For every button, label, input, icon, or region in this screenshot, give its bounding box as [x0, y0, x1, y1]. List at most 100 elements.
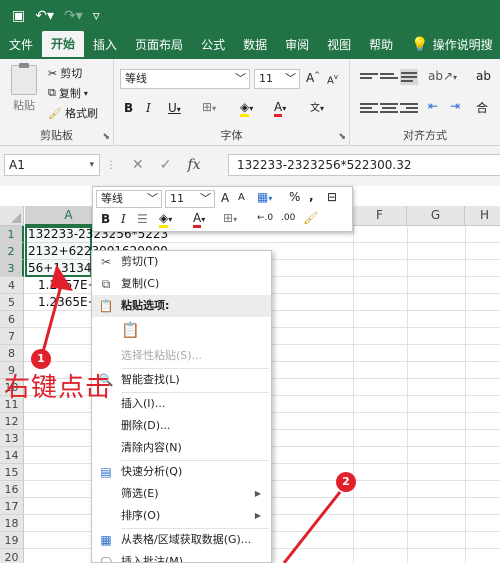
menu-item-insert-comment[interactable]: 🗨 插入批注(M) — [92, 551, 271, 562]
row-header-7[interactable]: 7 — [0, 328, 24, 345]
menu-item-quick-analysis[interactable]: ▤ 快速分析(Q) — [92, 461, 271, 483]
fill-color-button[interactable]: ◈▾ — [240, 100, 253, 117]
copy-button[interactable]: ⧉ 复制 ▾ — [48, 85, 88, 101]
mini-font-name-select[interactable]: 等线 ﹀ — [96, 190, 162, 208]
save-icon[interactable]: ▣ — [12, 9, 25, 23]
mini-font-color-button[interactable]: A▾ — [193, 211, 205, 228]
row-header-14[interactable]: 14 — [0, 447, 24, 464]
font-color-button[interactable]: A▾ — [274, 100, 286, 117]
mini-bold-button[interactable]: B — [101, 212, 110, 226]
underline-button[interactable]: U▾ — [168, 101, 181, 115]
undo-icon[interactable]: ↶▾ — [35, 9, 54, 23]
cell-a5[interactable]: 1.2365E+ — [28, 294, 94, 311]
increase-indent-icon[interactable]: ⇥ — [450, 99, 460, 113]
font-size-select[interactable]: 11 ﹀ — [254, 69, 300, 89]
borders-button[interactable]: ⊞▾ — [202, 100, 216, 114]
mini-fill-color-button[interactable]: ◈▾ — [159, 211, 172, 228]
formula-input[interactable]: 132233-2323256*522300.32 — [228, 154, 500, 176]
menu-item-cut[interactable]: ✂ 剪切(T) — [92, 251, 271, 273]
tab-insert[interactable]: 插入 — [84, 31, 126, 59]
row-header-19[interactable]: 19 — [0, 532, 24, 549]
mini-font-size-select[interactable]: 11 ﹀ — [165, 190, 215, 208]
row-header-2[interactable]: 2 — [0, 243, 24, 260]
align-top-icon[interactable] — [360, 71, 378, 87]
mini-increase-decimal-button[interactable]: ←.0 — [257, 213, 273, 223]
mini-italic-button[interactable]: I — [121, 212, 126, 226]
orientation-button[interactable]: ab↗▾ — [428, 69, 457, 83]
enter-icon[interactable]: ✓ — [160, 157, 172, 173]
row-header-17[interactable]: 17 — [0, 498, 24, 515]
tab-formulas[interactable]: 公式 — [192, 31, 234, 59]
row-header-6[interactable]: 6 — [0, 311, 24, 328]
menu-item-delete[interactable]: 删除(D)... — [92, 415, 271, 437]
mini-percent-button[interactable]: % — [289, 190, 300, 204]
align-bottom-icon[interactable] — [400, 69, 418, 85]
menu-item-get-data-from-table[interactable]: ▦ 从表格/区域获取数据(G)... — [92, 529, 271, 551]
row-header-8[interactable]: 8 — [0, 345, 24, 362]
phonetic-button[interactable]: 文▾ — [310, 99, 324, 114]
column-header-h[interactable]: H — [465, 206, 500, 226]
tab-file[interactable]: 文件 — [0, 31, 42, 59]
row-header-18[interactable]: 18 — [0, 515, 24, 532]
mini-shrink-font-button[interactable]: A — [238, 192, 245, 203]
grow-font-button[interactable]: A^ — [306, 71, 320, 85]
mini-align-center-icon[interactable]: ☰ — [137, 212, 148, 226]
column-header-f[interactable]: F — [353, 206, 407, 226]
align-center-icon[interactable] — [380, 101, 398, 117]
mini-format-table-icon[interactable]: ⊟ — [327, 190, 337, 204]
cut-button[interactable]: ✂ 剪切 — [48, 65, 82, 81]
menu-item-filter[interactable]: 筛选(E) ▶ — [92, 483, 271, 505]
menu-item-smart-lookup[interactable]: 🔍 智能查找(L) — [92, 369, 271, 391]
font-name-select[interactable]: 等线 ﹀ — [120, 69, 250, 89]
mini-borders-button[interactable]: ⊞▾ — [223, 211, 237, 225]
name-box[interactable]: A1 ▾ — [4, 154, 100, 176]
customize-icon[interactable]: ▿ — [93, 9, 100, 23]
row-header-1[interactable]: 1 — [0, 226, 24, 243]
mini-decrease-decimal-button[interactable]: .00 — [281, 213, 295, 223]
menu-item-copy[interactable]: ⧉ 复制(C) — [92, 273, 271, 295]
decrease-indent-icon[interactable]: ⇤ — [428, 99, 438, 113]
dialog-launcher-icon[interactable]: ⬊ — [102, 132, 110, 142]
dialog-launcher-icon[interactable]: ⬊ — [338, 132, 346, 142]
wrap-text-button[interactable]: ab — [476, 69, 491, 83]
align-middle-icon[interactable] — [380, 71, 398, 87]
row-header-20[interactable]: 20 — [0, 549, 24, 563]
mini-number-format-button[interactable]: ▦▾ — [257, 190, 272, 204]
tell-me-search[interactable]: 💡 操作说明搜 — [402, 31, 500, 59]
mini-grow-font-button[interactable]: A — [221, 191, 229, 205]
row-header-12[interactable]: 12 — [0, 413, 24, 430]
cell-a4[interactable]: 1.2357E+ — [28, 277, 94, 294]
mini-format-painter-icon[interactable]: 🖌 — [303, 211, 318, 225]
cancel-icon[interactable]: ✕ — [132, 157, 144, 173]
cell-a3[interactable]: 56+1313464 — [28, 260, 94, 277]
align-left-icon[interactable] — [360, 101, 378, 117]
paste-button[interactable]: 粘贴 — [6, 63, 42, 113]
merge-button[interactable]: 合 — [476, 99, 488, 116]
menu-item-paste-special[interactable]: 选择性粘贴(S)... — [92, 345, 271, 367]
row-header-13[interactable]: 13 — [0, 430, 24, 447]
tab-view[interactable]: 视图 — [318, 31, 360, 59]
align-right-icon[interactable] — [400, 101, 418, 117]
insert-function-icon[interactable]: fx — [187, 157, 200, 173]
row-header-3[interactable]: 3 — [0, 260, 24, 277]
menu-item-insert[interactable]: 插入(I)... — [92, 393, 271, 415]
tab-data[interactable]: 数据 — [234, 31, 276, 59]
mini-comma-button[interactable]: , — [309, 189, 314, 203]
tab-home[interactable]: 开始 — [42, 31, 85, 59]
row-header-4[interactable]: 4 — [0, 277, 24, 294]
tab-page-layout[interactable]: 页面布局 — [126, 31, 192, 59]
row-header-15[interactable]: 15 — [0, 464, 24, 481]
column-header-g[interactable]: G — [407, 206, 465, 226]
select-all-button[interactable] — [0, 206, 24, 226]
menu-item-clear-contents[interactable]: 清除内容(N) — [92, 437, 271, 459]
redo-icon[interactable]: ↷▾ — [64, 9, 83, 23]
italic-button[interactable]: I — [146, 101, 151, 115]
row-header-16[interactable]: 16 — [0, 481, 24, 498]
row-header-5[interactable]: 5 — [0, 294, 24, 311]
menu-item-sort[interactable]: 排序(O) ▶ — [92, 505, 271, 527]
shrink-font-button[interactable]: Av — [327, 73, 338, 86]
tab-review[interactable]: 审阅 — [276, 31, 318, 59]
bold-button[interactable]: B — [124, 101, 133, 115]
menu-paste-option-default[interactable]: 📋 — [92, 319, 271, 345]
tab-help[interactable]: 帮助 — [360, 31, 402, 59]
